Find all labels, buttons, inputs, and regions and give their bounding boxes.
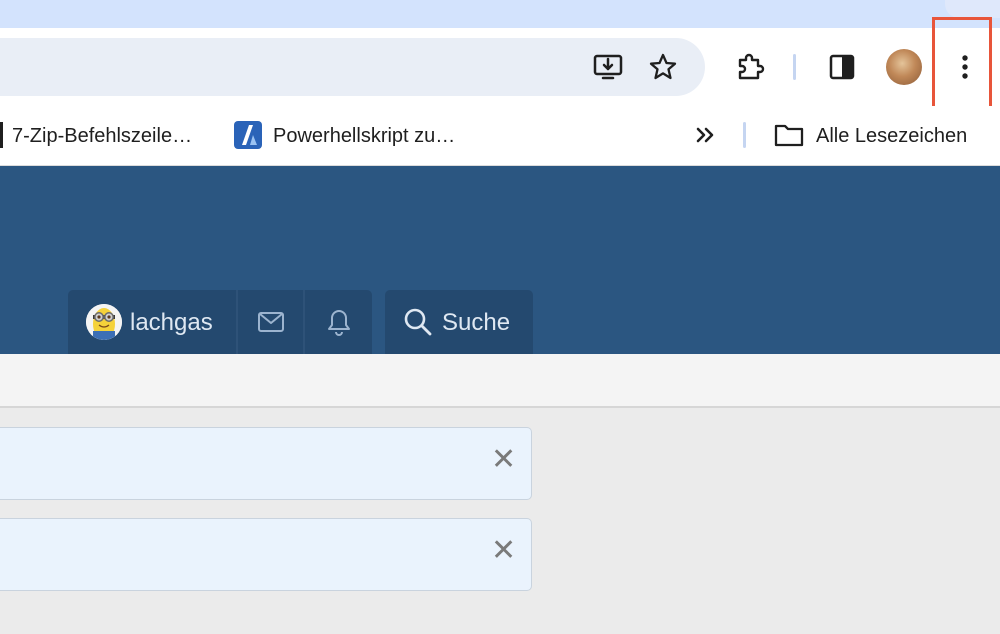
messages-envelope-icon[interactable] xyxy=(238,290,303,354)
notice-box xyxy=(0,518,532,591)
bookmark-page-icon xyxy=(0,122,3,148)
bookmark-star-icon[interactable] xyxy=(644,48,682,86)
side-panel-icon[interactable] xyxy=(824,48,860,86)
extensions-puzzle-icon[interactable] xyxy=(730,48,770,86)
profile-avatar[interactable] xyxy=(886,49,922,85)
bookmark-powershell[interactable]: Powerhellskript zu… xyxy=(273,124,455,148)
folder-icon xyxy=(774,122,804,148)
close-notice-button[interactable]: ✕ xyxy=(491,445,516,475)
menu-highlight-box xyxy=(932,17,992,109)
notice-box xyxy=(0,427,532,500)
notifications-bell-icon[interactable] xyxy=(305,290,372,354)
search-label: Suche xyxy=(442,309,511,336)
user-avatar[interactable] xyxy=(86,304,122,340)
toolbar-separator xyxy=(793,54,796,80)
search-icon xyxy=(403,307,433,337)
subnav-bar xyxy=(0,354,1000,408)
bookmarks-separator xyxy=(743,122,746,148)
username-link[interactable]: lachgas xyxy=(130,309,213,337)
tab-strip xyxy=(0,0,1000,28)
double-chevron-right-icon[interactable] xyxy=(692,122,720,148)
install-app-icon[interactable] xyxy=(588,48,628,86)
bookmark-7zip[interactable]: 7-Zip-Befehlszeile… xyxy=(12,124,192,148)
tab-strip-corner xyxy=(945,0,1000,18)
close-notice-button[interactable]: ✕ xyxy=(491,536,516,566)
powershell-logo-icon xyxy=(234,121,262,149)
all-bookmarks-label[interactable]: Alle Lesezeichen xyxy=(816,124,967,148)
